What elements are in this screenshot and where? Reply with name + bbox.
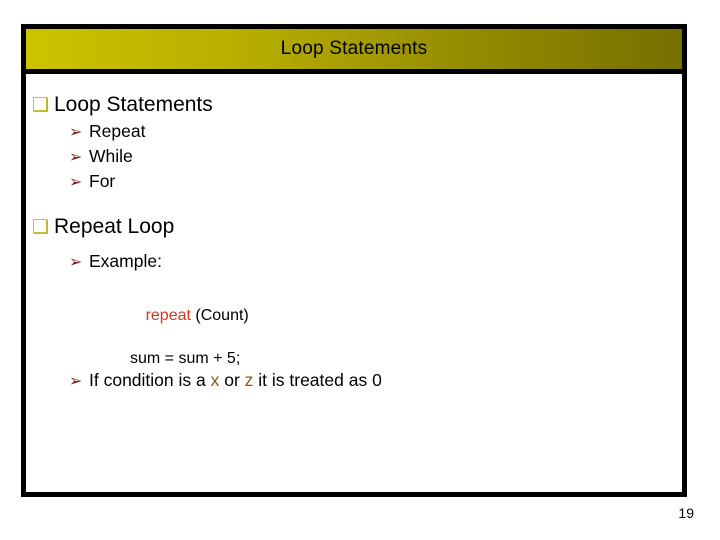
heading-spacer [32,242,668,250]
example-spacer [32,275,668,283]
section-heading-loop-statements: ❑ Loop Statements [32,92,668,118]
square-bullet-icon: ❑ [32,95,50,116]
arrow-bullet-icon: ➢ [69,373,83,391]
list-item-example: ➢ Example: [32,250,668,274]
note-text-part1: If condition is a [89,370,211,391]
page-title: Loop Statements [280,38,428,59]
code-line-sum: sum = sum + 5; [130,349,241,367]
list-item-label: Example: [89,251,162,272]
arrow-bullet-icon: ➢ [69,254,83,272]
list-item-while: ➢ While [32,145,668,169]
square-bullet-icon: ❑ [32,217,50,239]
list-item-for: ➢ For [32,170,668,194]
section-heading-label: Loop Statements [54,93,213,116]
slide-title-bar: Loop Statements [26,29,682,74]
section-heading-label: Repeat Loop [54,215,175,239]
list-item-condition-note: ➢ If condition is a x or z it is treated… [32,369,668,393]
slide: Loop Statements ❑ Loop Statements ➢ Repe… [0,0,720,540]
code-line-repeat: repeat (Count) [32,283,668,348]
arrow-bullet-icon: ➢ [69,148,83,166]
list-item-label: If condition is a x or z it is treated a… [89,369,382,393]
note-text-part2: or [219,370,245,391]
section-heading-repeat-loop: ❑ Repeat Loop [32,214,668,240]
list-item-label: Repeat [89,121,146,142]
code-keyword-repeat: repeat [145,306,191,324]
page-number: 19 [678,505,694,521]
arrow-bullet-icon: ➢ [69,124,83,142]
code-argument-count: (Count) [190,306,249,324]
slide-frame: Loop Statements ❑ Loop Statements ➢ Repe… [21,24,687,497]
list-item-label: For [89,170,116,191]
arrow-bullet-icon: ➢ [69,173,83,191]
list-item-repeat: ➢ Repeat [32,120,668,144]
slide-body: ❑ Loop Statements ➢ Repeat ➢ While ➢ For… [26,74,682,492]
list-item-label: While [89,145,133,166]
note-text-part3: it is treated as 0 [253,370,382,391]
